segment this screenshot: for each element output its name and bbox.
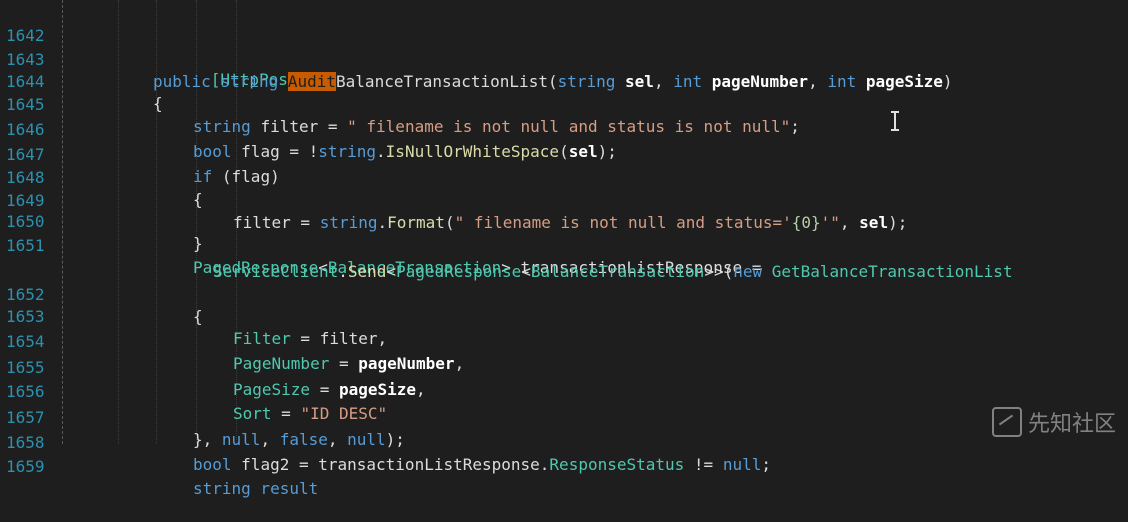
keyword: null (722, 455, 762, 474)
code-line[interactable]: 1656 Sort = "ID DESC" (0, 359, 1128, 423)
punct: ; (761, 455, 771, 474)
code-line[interactable]: 1658 bool flag2 = transactionListRespons… (0, 410, 1128, 474)
code-line[interactable]: 1648 { (0, 145, 1128, 209)
code-line[interactable]: 1652 { (0, 262, 1128, 326)
code-line[interactable]: 1651 PagedResponse<BalanceTransaction> t… (0, 213, 1128, 277)
code-line[interactable]: 1655 PageSize = pageSize, (0, 335, 1128, 399)
code-line[interactable]: 1654 PageNumber = pageNumber, (0, 309, 1128, 373)
identifier: string result (193, 479, 319, 498)
code-line[interactable]: 1659 string result (0, 434, 1128, 498)
identifier: flag2 = transactionListResponse. (241, 455, 550, 474)
code-line-wrap[interactable]: ServiceClient.Send<PagedResponse<Balance… (0, 239, 1128, 281)
code-line[interactable]: 1645 string filter = " filename is not n… (0, 72, 1128, 136)
code-line[interactable]: 1649 filter = string.Format(" filename i… (0, 168, 1128, 232)
code-line[interactable]: 1650 } (0, 189, 1128, 253)
watermark: 先知社区 (991, 406, 1116, 438)
xianzhi-logo-icon (991, 407, 1022, 437)
code-line[interactable]: 1642 [HttpPost] (0, 3, 1128, 89)
line-number: 1659 (6, 457, 45, 476)
code-editor[interactable]: 1642 [HttpPost] 1643 public string Audit… (0, 0, 1128, 498)
keyword: bool (193, 455, 242, 474)
code-line[interactable]: 1644 { (0, 49, 1128, 113)
code-line[interactable]: 1657 }, null, false, null); (0, 385, 1128, 449)
code-line[interactable]: 1646 bool flag = !string.IsNullOrWhiteSp… (0, 97, 1128, 161)
code-line[interactable]: 1643 public string AuditBalanceTransacti… (0, 27, 1128, 91)
code-line[interactable]: 1653 Filter = filter, (0, 284, 1128, 348)
watermark-text: 先知社区 (1027, 412, 1116, 437)
code-text: string result (193, 478, 318, 500)
punct: != (684, 455, 723, 474)
property-name: ResponseStatus (549, 455, 685, 474)
code-text: bool flag2 = transactionListResponse.Res… (193, 454, 771, 476)
code-line[interactable]: 1647 if (flag) (0, 122, 1128, 186)
text-cursor-icon (891, 111, 899, 131)
